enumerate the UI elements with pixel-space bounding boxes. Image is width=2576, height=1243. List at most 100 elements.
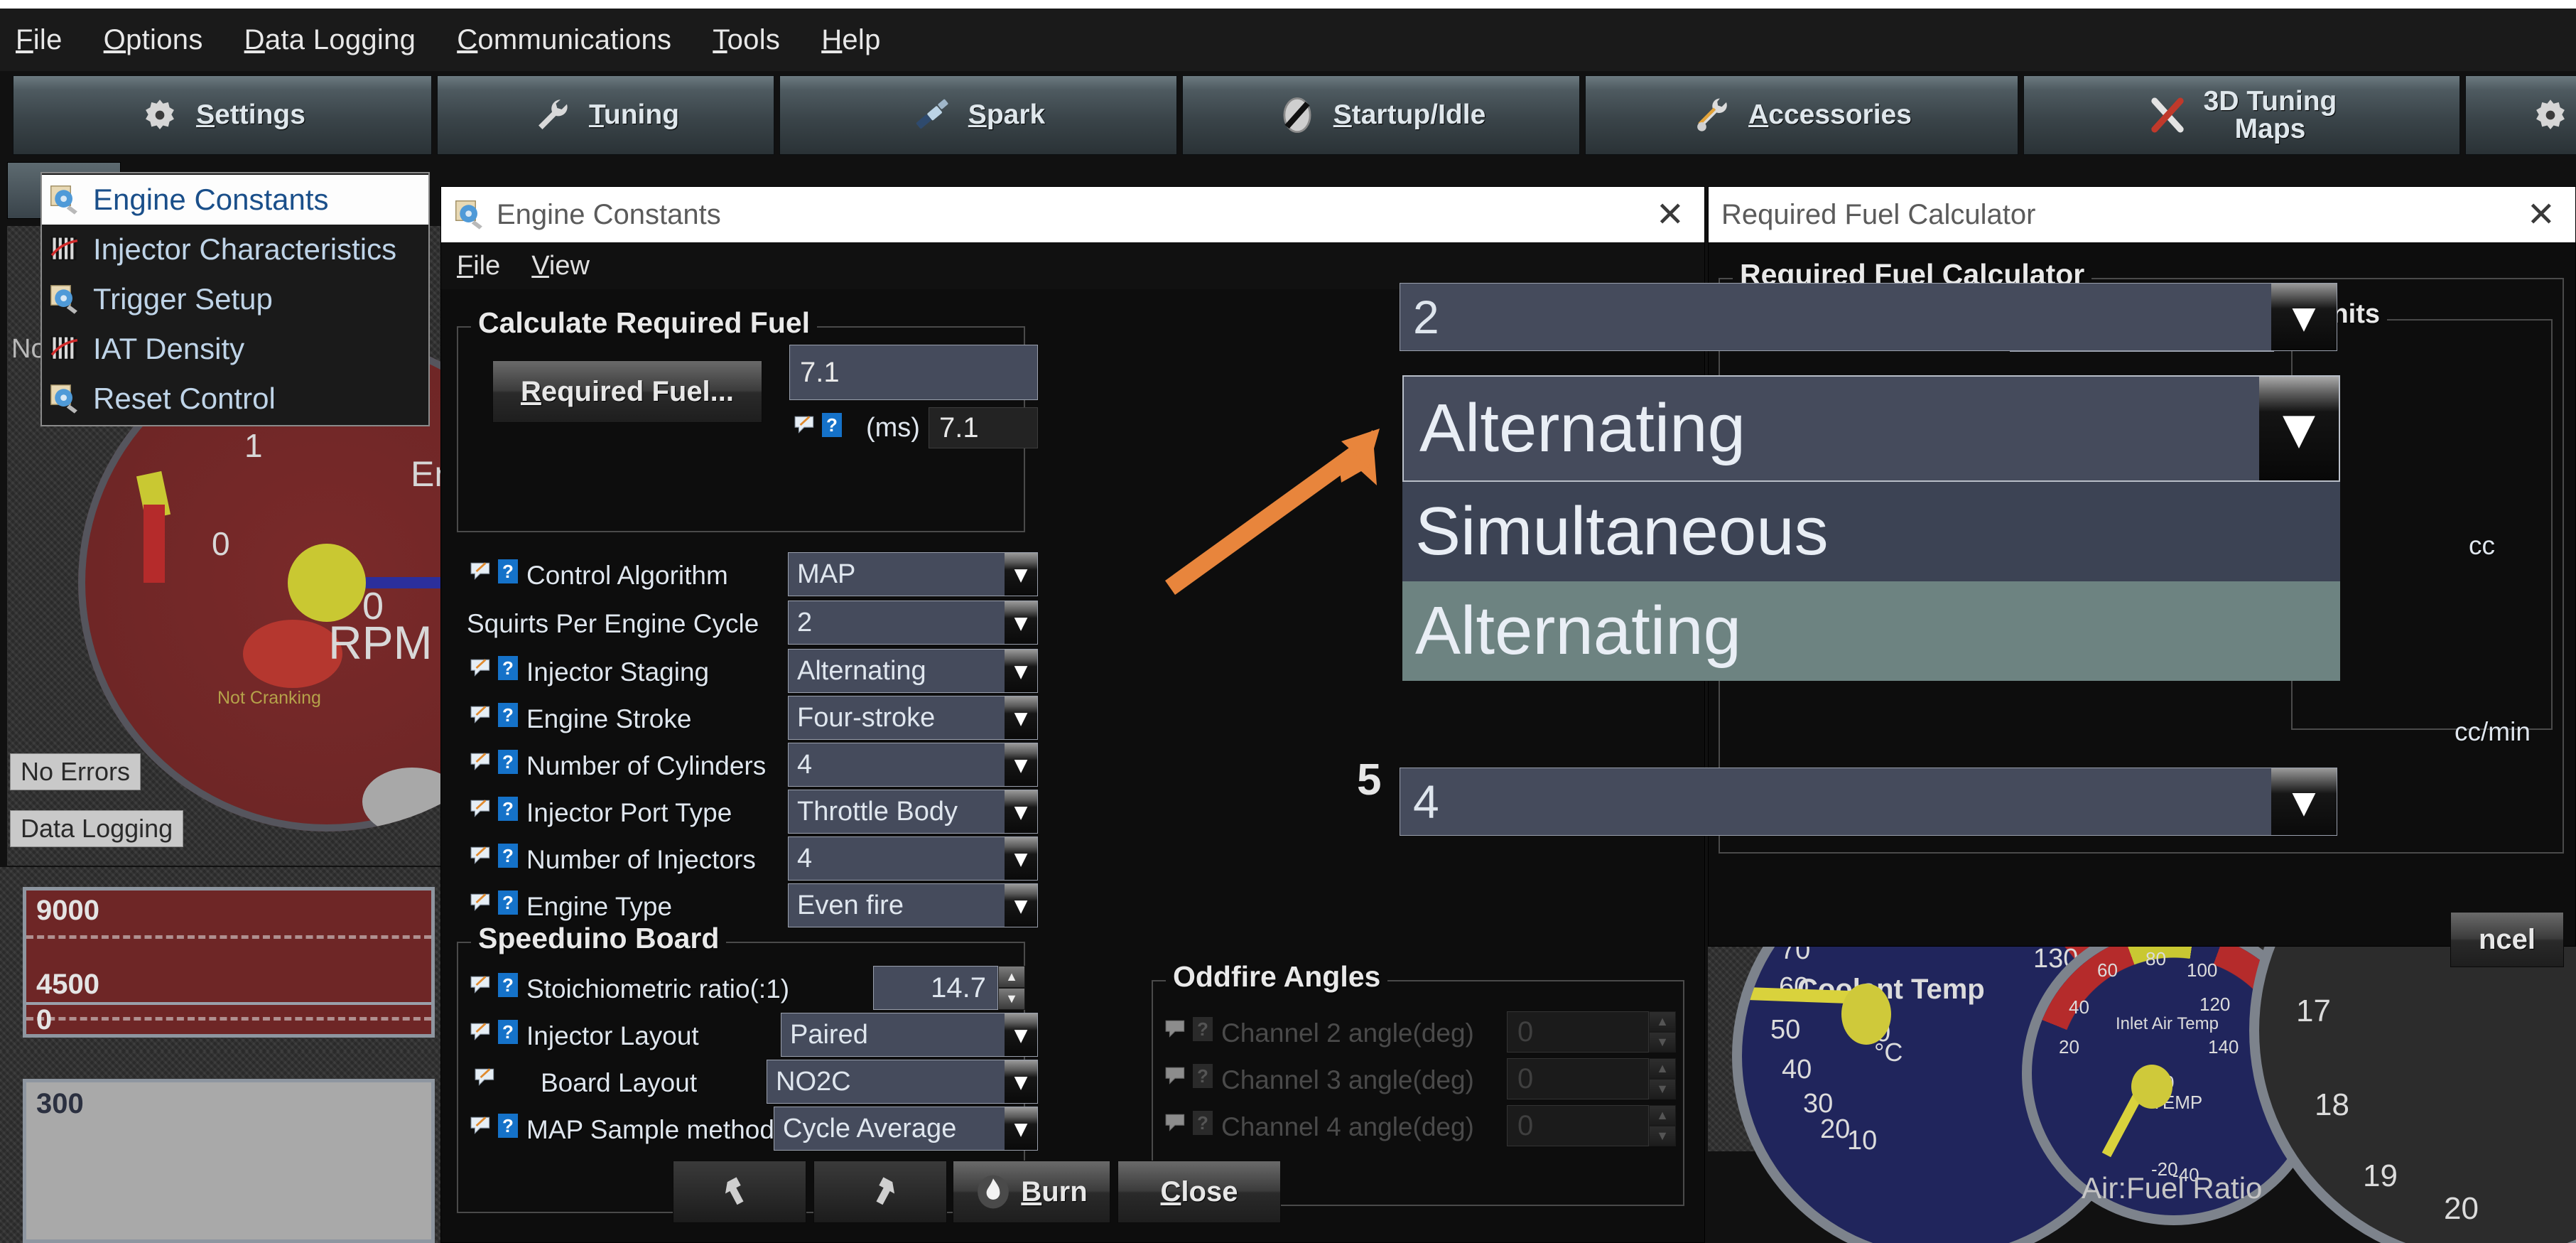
injector-port-type-combo[interactable]: Throttle Body ▾: [788, 790, 1038, 834]
menu-data-logging[interactable]: Data Logging: [240, 21, 421, 59]
chevron-down-icon: ▾: [1005, 553, 1037, 596]
rpm-unit: RPM: [328, 616, 433, 669]
tab-tuning[interactable]: Tuning: [437, 75, 774, 155]
tab-accessories[interactable]: Accessories: [1585, 75, 2018, 155]
undo-arrow-icon: [725, 1177, 744, 1205]
menu-item-trigger-setup[interactable]: Trigger Setup: [42, 274, 428, 324]
menu-item-reset-control[interactable]: Reset Control: [42, 374, 428, 424]
help-icon[interactable]: ?: [498, 559, 518, 583]
tab-tuning-label: Tuning: [588, 99, 680, 130]
number-of-injectors-combo[interactable]: 4 ▾: [788, 836, 1038, 881]
engine-stroke-combo[interactable]: Four-stroke ▾: [788, 696, 1038, 740]
injector-layout-icons: ?: [470, 1020, 518, 1044]
chevron-down-icon: ▾: [1005, 837, 1037, 880]
required-fuel-button-label: Required Fuel...: [520, 375, 735, 407]
injector-staging-value: Alternating: [797, 655, 926, 686]
help-icon[interactable]: ?: [498, 844, 518, 868]
tooltip-icon: [470, 562, 490, 580]
required-fuel-value-field[interactable]: 7.1: [789, 345, 1038, 400]
tab-spark[interactable]: Spark: [779, 75, 1177, 155]
second-strip-chart: 300: [23, 1079, 435, 1243]
number-of-cylinders-label: Number of Cylinders: [526, 751, 767, 780]
undo-button[interactable]: [673, 1161, 806, 1223]
iat-gauge-title: Inlet Air Temp: [2116, 1014, 2219, 1033]
map-sample-combo[interactable]: Cycle Average ▾: [774, 1107, 1038, 1151]
tab-settings[interactable]: Settings: [13, 75, 432, 155]
squirts-per-cycle-combo[interactable]: 2 ▾: [788, 601, 1038, 645]
menu-options[interactable]: Options: [99, 21, 207, 59]
help-icon[interactable]: ?: [498, 656, 518, 680]
status-chip-data-logging[interactable]: Data Logging: [10, 810, 184, 847]
number-of-cylinders-icons: ?: [470, 750, 518, 774]
tab-overflow[interactable]: [2465, 75, 2576, 155]
stoich-down-icon[interactable]: ▼: [998, 988, 1025, 1010]
control-algorithm-value: MAP: [797, 559, 856, 589]
tab-startup-idle[interactable]: Startup/Idle: [1182, 75, 1580, 155]
combo-stub-above[interactable]: 2 ▼: [1400, 283, 2337, 351]
required-fuel-ms-icons: ?: [794, 413, 842, 437]
coolant-tick-20: 20: [1820, 1114, 1851, 1144]
burn-button[interactable]: Burn: [953, 1161, 1110, 1223]
channel3-up-icon: ▲: [1649, 1058, 1676, 1079]
menu-file[interactable]: File: [11, 21, 67, 59]
tools-icon: [1697, 98, 1727, 131]
help-icon[interactable]: ?: [498, 1114, 518, 1138]
close-button[interactable]: Close: [1117, 1161, 1281, 1223]
menu-item-iat-density[interactable]: IAT Density: [42, 324, 428, 374]
menu-item-injector-characteristics[interactable]: Injector Characteristics: [42, 225, 428, 274]
engine-stroke-icons: ?: [470, 703, 518, 727]
number-of-injectors-value: 4: [797, 843, 813, 873]
redo-button[interactable]: [813, 1161, 947, 1223]
chevron-down-icon[interactable]: ▼: [2259, 377, 2339, 480]
iat-tick-120: 120: [2199, 994, 2231, 1015]
menu-help[interactable]: Help: [817, 21, 884, 59]
menu-item-engine-constants[interactable]: Engine Constants: [42, 175, 428, 225]
open-dropdown-option-simultaneous[interactable]: Simultaneous: [1402, 482, 2340, 581]
coolant-tick-130: 130: [2033, 944, 2079, 974]
tooltip-icon: [470, 1116, 490, 1134]
chevron-down-icon: ▾: [1005, 1013, 1037, 1056]
engine-stroke-label: Engine Stroke: [526, 704, 692, 733]
help-icon[interactable]: ?: [498, 703, 518, 727]
control-algorithm-combo[interactable]: MAP ▾: [788, 552, 1038, 596]
main-tabstrip: Settings Tuning Spark Startup/Idle Acces…: [0, 71, 2576, 159]
tooltip-icon: [470, 846, 490, 864]
rfc-cancel-button[interactable]: ncel: [2450, 912, 2564, 967]
engine-constants-titlebar: Engine Constants ✕: [441, 187, 1704, 242]
rfc-close-icon[interactable]: ✕: [2520, 195, 2563, 235]
help-icon[interactable]: ?: [498, 750, 518, 774]
engine-type-combo[interactable]: Even fire ▾: [788, 883, 1038, 927]
channel3-value: 0: [1507, 1058, 1649, 1099]
menu-communications[interactable]: Communications: [453, 21, 676, 59]
tab-startup-idle-label: Startup/Idle: [1333, 99, 1486, 130]
stoich-up-icon[interactable]: ▲: [998, 966, 1025, 988]
combo-stub-below[interactable]: 4 ▼: [1400, 768, 2337, 836]
combo-stub-above-value: 2: [1413, 291, 1439, 343]
injector-layout-value: Paired: [790, 1019, 868, 1050]
ec-menu-view[interactable]: View: [531, 251, 590, 281]
injector-staging-combo[interactable]: Alternating ▾: [788, 649, 1038, 693]
help-icon[interactable]: ?: [498, 973, 518, 997]
help-icon[interactable]: ?: [498, 890, 518, 915]
status-chip-no-errors: No Errors: [10, 753, 141, 790]
open-dropdown-option-alternating[interactable]: Alternating: [1402, 581, 2340, 681]
rfc-unit-cc: cc: [2469, 531, 2495, 560]
required-fuel-button[interactable]: Required Fuel...: [492, 360, 762, 423]
number-of-cylinders-combo[interactable]: 4 ▾: [788, 743, 1038, 787]
chevron-down-icon: ▾: [1005, 601, 1037, 644]
help-icon[interactable]: ?: [822, 413, 842, 437]
injector-graph-icon: [50, 336, 78, 360]
open-dropdown-selected[interactable]: Alternating ▼: [1402, 375, 2340, 482]
injector-layout-combo[interactable]: Paired ▾: [781, 1013, 1038, 1057]
tab-3d-tuning-maps[interactable]: 3D Tuning Maps: [2023, 75, 2460, 155]
board-layout-combo[interactable]: NO2C ▾: [767, 1060, 1038, 1104]
engine-constants-close-icon[interactable]: ✕: [1649, 195, 1692, 235]
help-icon[interactable]: ?: [498, 1020, 518, 1044]
stoich-spinner[interactable]: 14.7 ▲ ▼: [873, 966, 1025, 1010]
help-icon[interactable]: ?: [498, 797, 518, 821]
menu-tools[interactable]: Tools: [708, 21, 784, 59]
board-layout-label: Board Layout: [541, 1068, 698, 1097]
ec-menu-file[interactable]: File: [457, 251, 500, 281]
stoich-value[interactable]: 14.7: [873, 966, 998, 1010]
iat-tick-60: 60: [2097, 959, 2118, 981]
